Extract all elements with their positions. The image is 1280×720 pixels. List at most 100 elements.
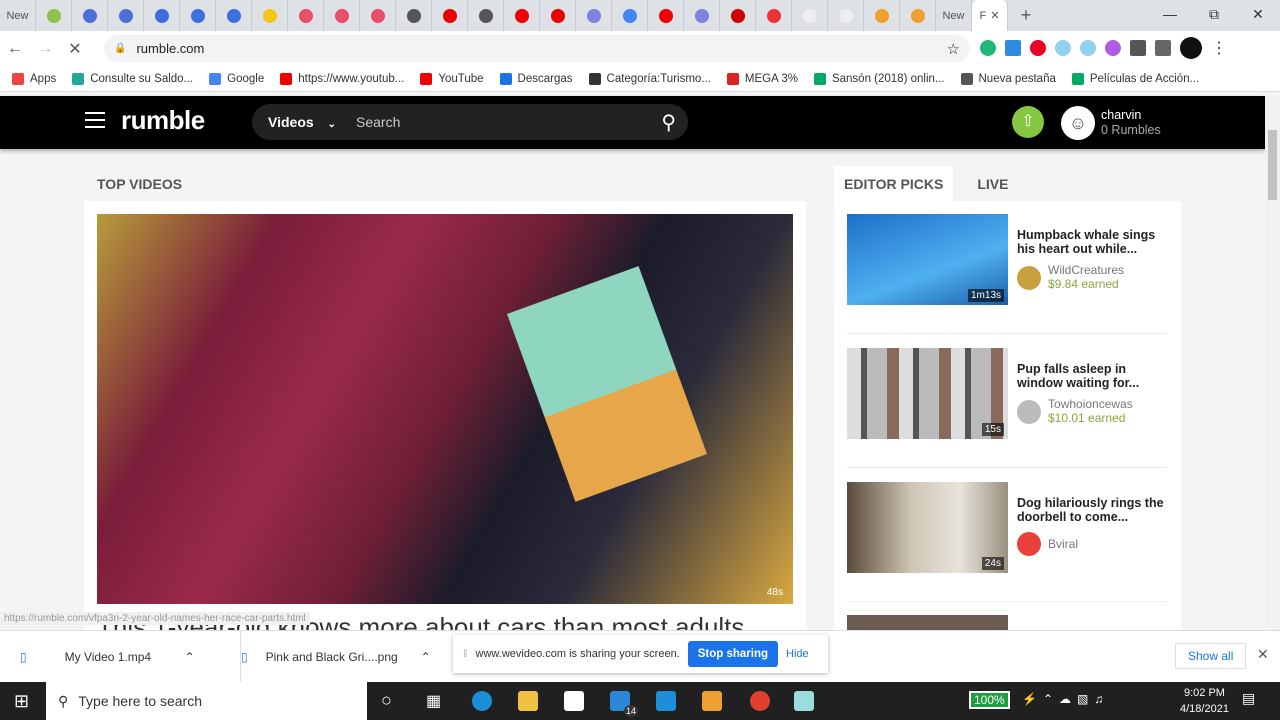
- scrollbar[interactable]: [1265, 96, 1280, 630]
- bookmark-item[interactable]: Descargas: [499, 72, 573, 85]
- tray-icons[interactable]: ⚡⌃☁▧♫: [1022, 692, 1109, 706]
- download-item[interactable]: ▯ My Video 1.mp4 ⌃: [20, 631, 195, 683]
- mail-icon[interactable]: 14: [610, 691, 638, 717]
- notifications-icon[interactable]: ▤: [1242, 690, 1255, 707]
- app-icon-2[interactable]: [794, 691, 814, 711]
- editor-pick-item[interactable]: 24s Dog hilariously rings the doorbell to…: [847, 482, 1167, 602]
- grammarly-icon[interactable]: [980, 40, 996, 56]
- browser-tab[interactable]: [396, 0, 432, 31]
- browser-tab[interactable]: [756, 0, 792, 31]
- show-all-button[interactable]: Show all: [1175, 643, 1247, 669]
- pick-thumbnail[interactable]: 24s: [847, 482, 1008, 573]
- search-input[interactable]: Search: [356, 114, 661, 130]
- scrollbar-thumb[interactable]: [1268, 130, 1277, 200]
- close-window-button[interactable]: ✕: [1236, 0, 1280, 31]
- pick-title[interactable]: Pup falls asleep in window waiting for..…: [1017, 362, 1167, 390]
- app-icon[interactable]: [702, 691, 722, 711]
- new-tab-button[interactable]: +: [1008, 0, 1044, 31]
- file-explorer-icon[interactable]: [518, 691, 538, 711]
- gear-extension-icon-2[interactable]: [1080, 40, 1096, 56]
- bookmark-item[interactable]: Google: [209, 72, 264, 85]
- channel-name[interactable]: WildCreatures: [1048, 264, 1124, 277]
- bookmark-item[interactable]: Consulte su Saldo...: [72, 72, 193, 85]
- bookmark-item[interactable]: Apps: [12, 72, 56, 85]
- search-icon[interactable]: ⚲: [661, 110, 676, 135]
- browser-tab[interactable]: [216, 0, 252, 31]
- mail-extension-icon[interactable]: [1105, 40, 1121, 56]
- channel-avatar[interactable]: [1017, 399, 1041, 424]
- clock[interactable]: 9:02 PM 4/18/2021: [1180, 685, 1229, 717]
- battery-indicator[interactable]: 100%: [969, 691, 1010, 709]
- browser-tab[interactable]: [720, 0, 756, 31]
- close-tab-icon[interactable]: ✕: [990, 9, 999, 22]
- back-icon[interactable]: ←: [0, 40, 30, 58]
- browser-tab[interactable]: F ✕: [972, 0, 1008, 31]
- browser-tab[interactable]: [432, 0, 468, 31]
- bookmark-item[interactable]: YouTube: [420, 72, 484, 85]
- bookmark-item[interactable]: Categoría:Turismo...: [588, 72, 711, 85]
- browser-tab[interactable]: [864, 0, 900, 31]
- browser-tab[interactable]: [648, 0, 684, 31]
- media-icon[interactable]: [1155, 40, 1171, 56]
- browser-tab[interactable]: [324, 0, 360, 31]
- browser-tab[interactable]: [828, 0, 864, 31]
- edge-icon[interactable]: [472, 691, 492, 711]
- hide-button[interactable]: Hide: [786, 648, 809, 660]
- tab-live[interactable]: LIVE: [967, 166, 1018, 202]
- cortana-icon[interactable]: ○: [381, 690, 392, 711]
- pinterest-icon[interactable]: [1030, 40, 1046, 56]
- browser-tab[interactable]: [180, 0, 216, 31]
- puzzle-icon[interactable]: [1130, 40, 1146, 56]
- pick-title[interactable]: Humpback whale sings his heart out while…: [1017, 228, 1167, 256]
- editor-pick-item[interactable]: 15s Pup falls asleep in window waiting fo…: [847, 348, 1167, 468]
- menu-icon[interactable]: ⋮: [1211, 38, 1227, 58]
- bookmark-item[interactable]: Sansón (2018) onlin...: [813, 72, 945, 85]
- main-video-thumbnail[interactable]: 48s: [97, 214, 793, 604]
- taskbar-search-input[interactable]: Type here to search: [78, 693, 202, 709]
- download-item[interactable]: ▯ Pink and Black Gri....png ⌃: [240, 631, 431, 683]
- channel-name[interactable]: Bviral: [1048, 537, 1078, 551]
- browser-tab[interactable]: [252, 0, 288, 31]
- forward-icon[interactable]: →: [30, 40, 60, 58]
- upload-icon[interactable]: ⇧: [1012, 106, 1044, 138]
- l-app-icon[interactable]: [656, 691, 676, 711]
- browser-tab[interactable]: [468, 0, 504, 31]
- browser-tab[interactable]: [684, 0, 720, 31]
- browser-tab[interactable]: [792, 0, 828, 31]
- channel-name[interactable]: Towhoioncewas: [1048, 398, 1133, 411]
- bookmark-item[interactable]: Películas de Acción...: [1071, 72, 1199, 85]
- bookmark-item[interactable]: https://www.youtub...: [280, 72, 404, 85]
- user-info[interactable]: charvin 0 Rumbles: [1101, 108, 1161, 138]
- chevron-up-icon[interactable]: ⌃: [185, 650, 195, 664]
- avatar[interactable]: ☺: [1061, 106, 1095, 140]
- rumble-logo[interactable]: rumble: [121, 105, 205, 136]
- channel-avatar[interactable]: [1017, 265, 1041, 290]
- chrome-icon[interactable]: [750, 691, 770, 711]
- pick-thumbnail[interactable]: 15s: [847, 348, 1008, 439]
- pick-title[interactable]: Dog hilariously rings the doorbell to co…: [1017, 496, 1167, 524]
- stop-loading-icon[interactable]: ✕: [60, 39, 90, 59]
- browser-tab[interactable]: [72, 0, 108, 31]
- browser-tab[interactable]: [144, 0, 180, 31]
- tab-editor-picks[interactable]: EDITOR PICKS: [834, 166, 954, 202]
- bookmark-item[interactable]: Nueva pestaña: [960, 72, 1056, 85]
- browser-tab[interactable]: [576, 0, 612, 31]
- minimize-button[interactable]: —: [1148, 0, 1192, 31]
- bookmark-item[interactable]: MEGA 3%: [726, 72, 798, 85]
- iq-icon[interactable]: [1005, 40, 1021, 56]
- pick-thumbnail[interactable]: [847, 615, 1008, 631]
- hamburger-menu-icon[interactable]: [85, 112, 105, 128]
- editor-pick-item[interactable]: 1m13s Humpback whale sings his heart out …: [847, 214, 1167, 334]
- browser-tab[interactable]: [288, 0, 324, 31]
- channel-avatar[interactable]: [1017, 532, 1041, 556]
- search-category-select[interactable]: Videos ⌄: [252, 114, 356, 130]
- browser-tab[interactable]: New: [0, 0, 36, 31]
- pick-thumbnail[interactable]: 1m13s: [847, 214, 1008, 305]
- browser-tab[interactable]: [900, 0, 936, 31]
- close-downloads-icon[interactable]: ✕: [1257, 646, 1269, 663]
- browser-tab[interactable]: [540, 0, 576, 31]
- task-view-icon[interactable]: ▦: [426, 691, 441, 711]
- taskbar-search[interactable]: ⚲ Type here to search: [46, 682, 367, 720]
- omnibox[interactable]: 🔒 rumble.com ☆: [104, 35, 970, 62]
- browser-tab[interactable]: [612, 0, 648, 31]
